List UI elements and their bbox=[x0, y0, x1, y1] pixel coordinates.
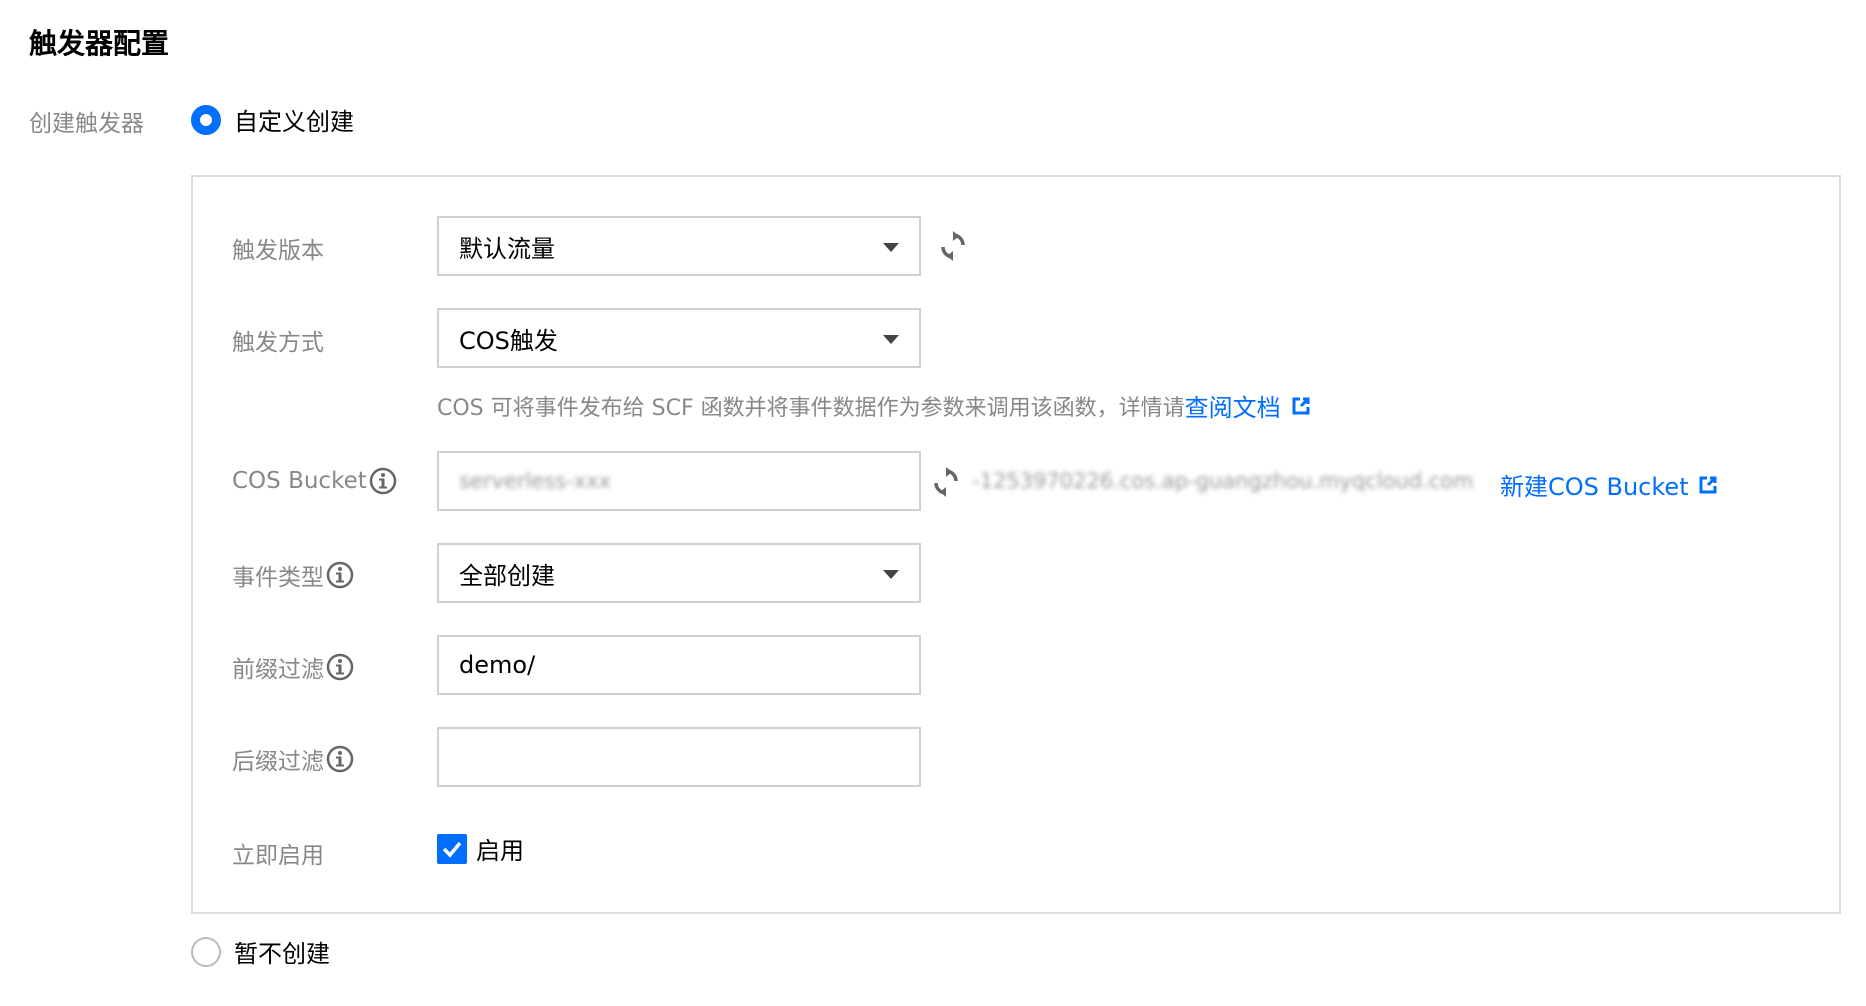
enable-label: 立即启用 bbox=[232, 843, 324, 869]
bucket-input-value: serverless-xxx bbox=[459, 469, 611, 493]
info-icon[interactable] bbox=[326, 745, 354, 773]
external-link-icon[interactable] bbox=[1698, 475, 1718, 495]
method-label: 触发方式 bbox=[232, 330, 324, 356]
info-icon[interactable] bbox=[369, 467, 397, 495]
radio-custom-create[interactable]: 自定义创建 bbox=[191, 102, 354, 137]
prefix-input[interactable]: demo/ bbox=[437, 635, 921, 695]
create-trigger-label: 创建触发器 bbox=[29, 111, 144, 137]
method-hint: COS 可将事件发布给 SCF 函数并将事件数据作为参数来调用该函数，详情请 查… bbox=[437, 388, 1311, 423]
bucket-label: COS Bucket bbox=[232, 468, 367, 494]
prefix-input-value: demo/ bbox=[459, 651, 536, 679]
radio-no-create[interactable]: 暂不创建 bbox=[191, 934, 330, 969]
event-type-select-value: 全部创建 bbox=[459, 561, 555, 590]
caret-down-icon bbox=[883, 335, 899, 344]
method-select-value: COS触发 bbox=[459, 326, 558, 355]
refresh-icon[interactable] bbox=[932, 467, 960, 497]
suffix-input[interactable] bbox=[437, 727, 921, 787]
info-icon[interactable] bbox=[326, 561, 354, 589]
prefix-label-group: 前缀过滤 bbox=[232, 650, 354, 684]
version-select-value: 默认流量 bbox=[459, 234, 555, 263]
method-select[interactable]: COS触发 bbox=[437, 308, 921, 368]
event-type-select[interactable]: 全部创建 bbox=[437, 543, 921, 603]
radio-checked-icon[interactable] bbox=[191, 104, 221, 135]
caret-down-icon bbox=[883, 570, 899, 579]
new-bucket-link-group[interactable]: 新建COS Bucket bbox=[1500, 467, 1718, 502]
section-title: 触发器配置 bbox=[29, 27, 170, 60]
bucket-input[interactable]: serverless-xxx bbox=[437, 451, 921, 511]
version-select[interactable]: 默认流量 bbox=[437, 216, 921, 276]
suffix-label-group: 后缀过滤 bbox=[232, 742, 354, 776]
suffix-label: 后缀过滤 bbox=[232, 749, 324, 775]
docs-link[interactable]: 查阅文档 bbox=[1185, 388, 1281, 423]
bucket-domain-suffix: -1253970226.cos.ap-guangzhou.myqcloud.co… bbox=[972, 469, 1474, 493]
info-icon[interactable] bbox=[326, 653, 354, 681]
radio-unchecked-icon[interactable] bbox=[191, 936, 221, 967]
external-link-icon[interactable] bbox=[1291, 396, 1311, 416]
prefix-label: 前缀过滤 bbox=[232, 657, 324, 683]
radio-custom-create-label: 自定义创建 bbox=[234, 108, 354, 136]
check-icon bbox=[442, 841, 462, 858]
method-hint-text: COS 可将事件发布给 SCF 函数并将事件数据作为参数来调用该函数，详情请 bbox=[437, 395, 1185, 421]
enable-checkbox-group[interactable]: 启用 bbox=[437, 831, 524, 866]
bucket-label-group: COS Bucket bbox=[232, 467, 397, 495]
event-type-label: 事件类型 bbox=[232, 565, 324, 591]
refresh-icon[interactable] bbox=[939, 231, 967, 261]
new-bucket-link[interactable]: 新建COS Bucket bbox=[1500, 467, 1689, 502]
caret-down-icon bbox=[883, 243, 899, 252]
version-label: 触发版本 bbox=[232, 238, 324, 264]
enable-checkbox-label: 启用 bbox=[476, 837, 524, 865]
enable-checkbox[interactable] bbox=[437, 833, 467, 864]
event-type-label-group: 事件类型 bbox=[232, 558, 354, 592]
radio-no-create-label: 暂不创建 bbox=[234, 940, 330, 968]
